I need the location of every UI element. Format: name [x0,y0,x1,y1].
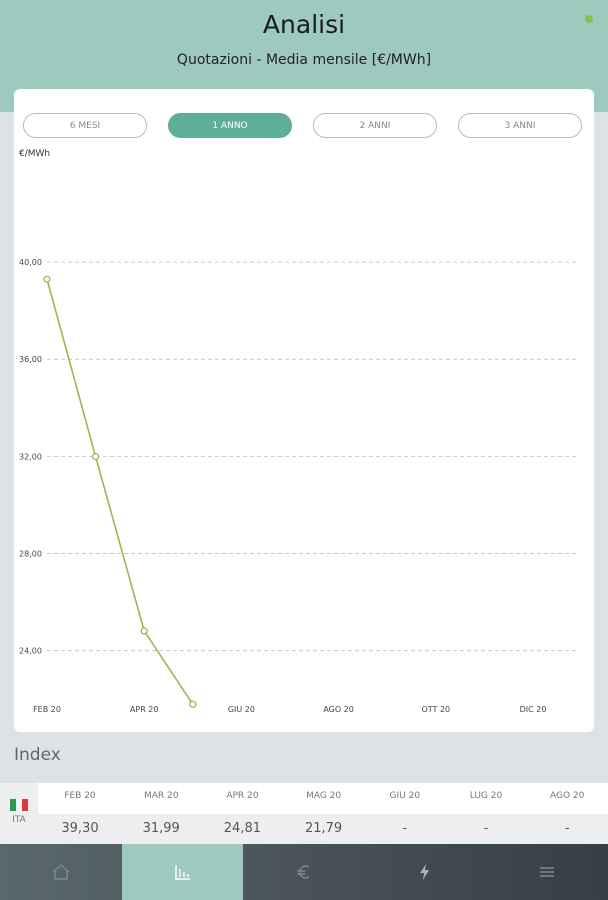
chart-card: 6 MESI 1 ANNO 2 ANNI 3 ANNI €/MWh 40,00 36… [14,89,594,732]
x-tick-label: OTT 20 [421,705,450,714]
column-header: LUG 20 [469,791,503,801]
column-value: 31,99 [142,821,180,836]
column-header: MAG 20 [306,791,342,801]
status-indicator [585,15,593,23]
data-point [91,452,100,461]
column-header: APR 20 [226,791,259,801]
bar-chart-icon [174,865,190,880]
nav-menu[interactable] [486,844,607,900]
page-subtitle: Quotazioni - Media mensile [€/MWh] [176,52,432,68]
y-tick-label: 32,00 [19,452,42,461]
nav-home[interactable] [0,844,121,900]
lightning-icon [419,864,429,880]
column-value: - [483,821,489,836]
column-header: FEB 20 [64,791,96,801]
country-label: ITA [12,815,26,825]
y-tick-label: 40,00 [19,258,42,267]
nav-energy[interactable] [364,844,485,900]
column-value: 39,30 [61,821,99,836]
column-value: - [564,821,570,836]
x-tick-label: FEB 20 [33,705,61,714]
data-point [189,700,197,708]
x-tick-label: GIU 20 [228,705,255,714]
column-value: 21,79 [304,821,343,836]
index-title: Index [14,745,61,765]
column-value: 24,81 [223,821,261,836]
y-axis-label: €/MWh [19,149,50,159]
series-line [46,278,194,705]
nav-analysis[interactable] [122,844,243,900]
x-tick-label: APR 20 [130,705,159,714]
column-header: GIU 20 [389,791,421,801]
bottom-nav [0,844,608,900]
euro-icon [296,865,309,879]
italy-flag-icon [10,799,28,811]
country-cell: ITA [0,783,38,844]
column-header: MAR 20 [143,791,179,801]
y-tick-label: 36,00 [19,355,42,364]
data-point [43,275,51,283]
x-tick-label: DIC 20 [520,705,547,714]
x-tick-label: AGO 20 [323,705,354,714]
column-value: - [402,821,408,836]
nav-prices[interactable] [243,844,364,900]
line-chart: €/MWh 40,00 36,00 32,00 28,00 24,00 FEB 20 APR … [19,149,579,714]
y-tick-label: 24,00 [19,647,42,656]
home-icon [52,864,69,880]
y-tick-label: 28,00 [19,549,42,558]
menu-icon [539,867,554,877]
data-point [140,627,148,635]
column-header: AGO 20 [550,791,585,801]
page-title: Analisi [262,10,346,39]
